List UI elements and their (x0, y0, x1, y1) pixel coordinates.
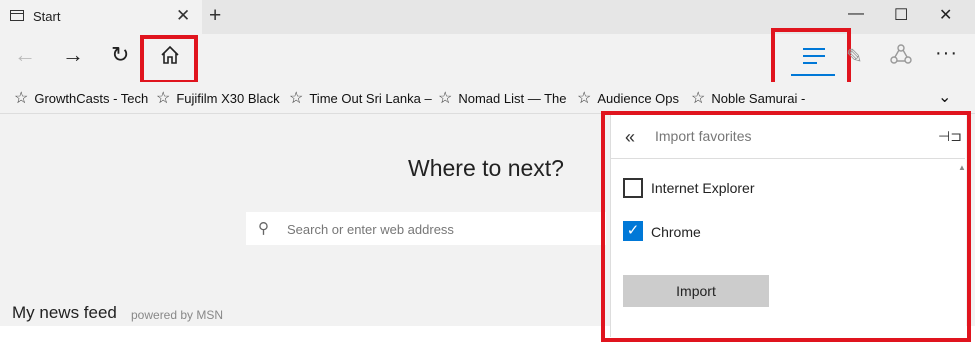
page-heading: Where to next? (408, 155, 564, 181)
tab-title: Start (33, 9, 61, 24)
refresh-icon[interactable]: ↻ (111, 42, 129, 68)
search-icon: ⚲ (258, 220, 269, 237)
star-icon: ☆ (691, 90, 706, 107)
new-tab-icon[interactable]: + (209, 4, 221, 28)
forward-arrow-icon[interactable]: → (62, 42, 84, 68)
favorite-item[interactable]: ☆ Audience Ops (577, 88, 679, 108)
news-powered-by: powered by MSN (131, 308, 224, 322)
star-icon: ☆ (14, 90, 29, 107)
star-icon: ☆ (289, 90, 304, 107)
favorite-item[interactable]: ☆ Fujifilm X30 Black (156, 88, 280, 108)
back-arrow-icon[interactable]: ← (14, 42, 36, 68)
share-icon[interactable] (890, 44, 912, 66)
highlight-box-import-panel (601, 111, 971, 342)
tab-page-icon (10, 10, 24, 21)
tab-start[interactable] (0, 0, 202, 34)
minimize-button[interactable]: — (848, 5, 864, 23)
news-feed-title: My news feed (12, 303, 117, 322)
highlight-box-home (140, 35, 198, 84)
favorite-item[interactable]: ☆ Time Out Sri Lanka – (289, 88, 432, 108)
search-placeholder: Search or enter web address (287, 222, 454, 237)
star-icon: ☆ (577, 90, 592, 107)
chevron-down-icon[interactable]: ⌄ (938, 87, 951, 107)
close-window-button[interactable]: ✕ (939, 5, 952, 25)
favorite-item[interactable]: ☆ Noble Samurai - (691, 88, 805, 108)
star-icon: ☆ (438, 90, 453, 107)
web-note-icon[interactable]: ✎ (846, 44, 863, 69)
favorite-item[interactable]: ☆ GrowthCasts - Tech (14, 88, 148, 108)
star-icon: ☆ (156, 90, 171, 107)
tab-close-icon[interactable]: ✕ (176, 6, 190, 26)
more-icon[interactable]: ··· (935, 42, 958, 65)
maximize-button[interactable]: ☐ (894, 5, 908, 25)
favorite-item[interactable]: ☆ Nomad List — The (438, 88, 566, 108)
